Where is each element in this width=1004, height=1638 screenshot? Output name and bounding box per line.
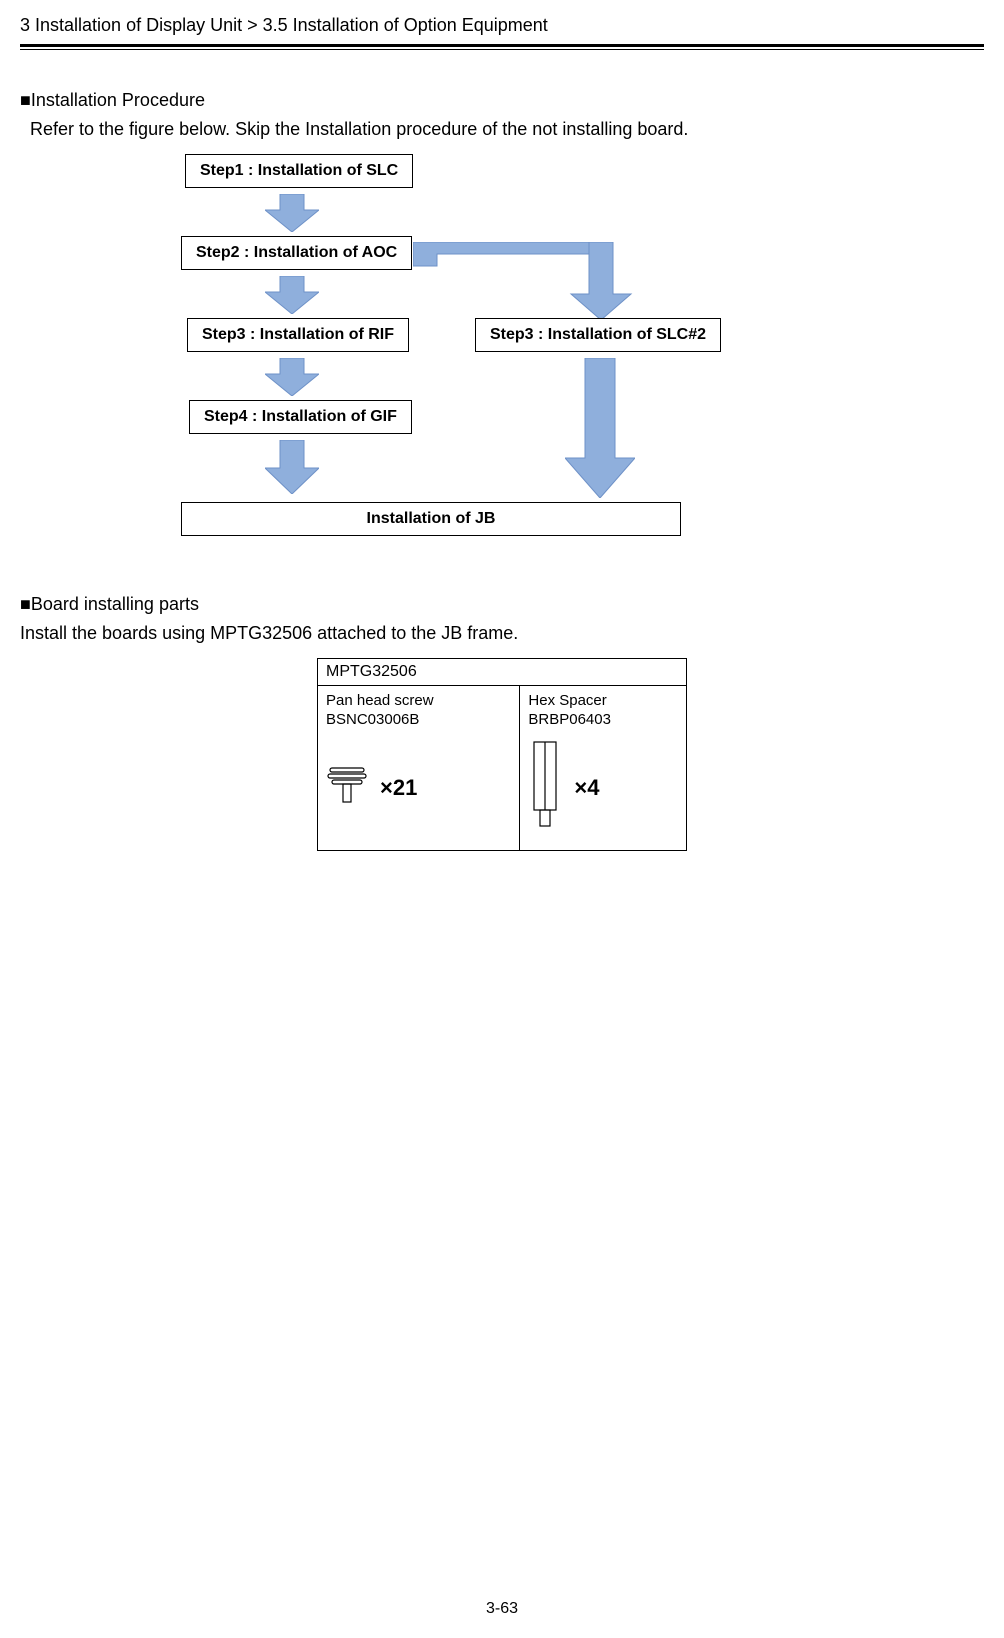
section-installation-procedure-title: ■Installation Procedure bbox=[20, 90, 984, 111]
screw-icon bbox=[326, 765, 368, 810]
parts-left-code: BSNC03006B bbox=[326, 711, 419, 728]
parts-left-name: Pan head screw bbox=[326, 692, 434, 709]
flow-step3a-box: Step3 : Installation of RIF bbox=[187, 318, 409, 352]
arrow-branch-right-icon bbox=[413, 242, 633, 325]
flow-final-box: Installation of JB bbox=[181, 502, 681, 536]
spacer-icon bbox=[528, 740, 562, 835]
arrow-down-icon bbox=[265, 194, 319, 232]
arrow-down-icon bbox=[265, 276, 319, 314]
parts-left-qty: ×21 bbox=[380, 775, 417, 801]
section-board-parts-desc: Install the boards using MPTG32506 attac… bbox=[20, 623, 984, 644]
flow-step3b-box: Step3 : Installation of SLC#2 bbox=[475, 318, 721, 352]
arrow-down-icon bbox=[265, 358, 319, 396]
parts-table: MPTG32506 Pan head screw BSNC03006B ×21 bbox=[317, 658, 687, 851]
divider-thin bbox=[20, 49, 984, 50]
parts-right-name: Hex Spacer bbox=[528, 692, 606, 709]
parts-right-qty: ×4 bbox=[574, 775, 599, 801]
flow-step2-box: Step2 : Installation of AOC bbox=[181, 236, 412, 270]
breadcrumb: 3 Installation of Display Unit > 3.5 Ins… bbox=[20, 15, 984, 36]
arrow-down-large-icon bbox=[565, 358, 635, 498]
installation-flow-diagram: Step1 : Installation of SLC Step2 : Inst… bbox=[175, 154, 835, 554]
section-installation-procedure-desc: Refer to the figure below. Skip the Inst… bbox=[30, 119, 984, 140]
parts-kit-label: MPTG32506 bbox=[318, 659, 686, 686]
parts-cell-screw: Pan head screw BSNC03006B ×21 bbox=[318, 686, 520, 850]
parts-right-code: BRBP06403 bbox=[528, 711, 611, 728]
divider-thick bbox=[20, 44, 984, 47]
page-number: 3-63 bbox=[0, 1600, 1004, 1618]
flow-step1-box: Step1 : Installation of SLC bbox=[185, 154, 413, 188]
parts-cell-spacer: Hex Spacer BRBP06403 ×4 bbox=[520, 686, 686, 850]
section-board-parts-title: ■Board installing parts bbox=[20, 594, 984, 615]
flow-step4-box: Step4 : Installation of GIF bbox=[189, 400, 412, 434]
arrow-down-icon bbox=[265, 440, 319, 494]
